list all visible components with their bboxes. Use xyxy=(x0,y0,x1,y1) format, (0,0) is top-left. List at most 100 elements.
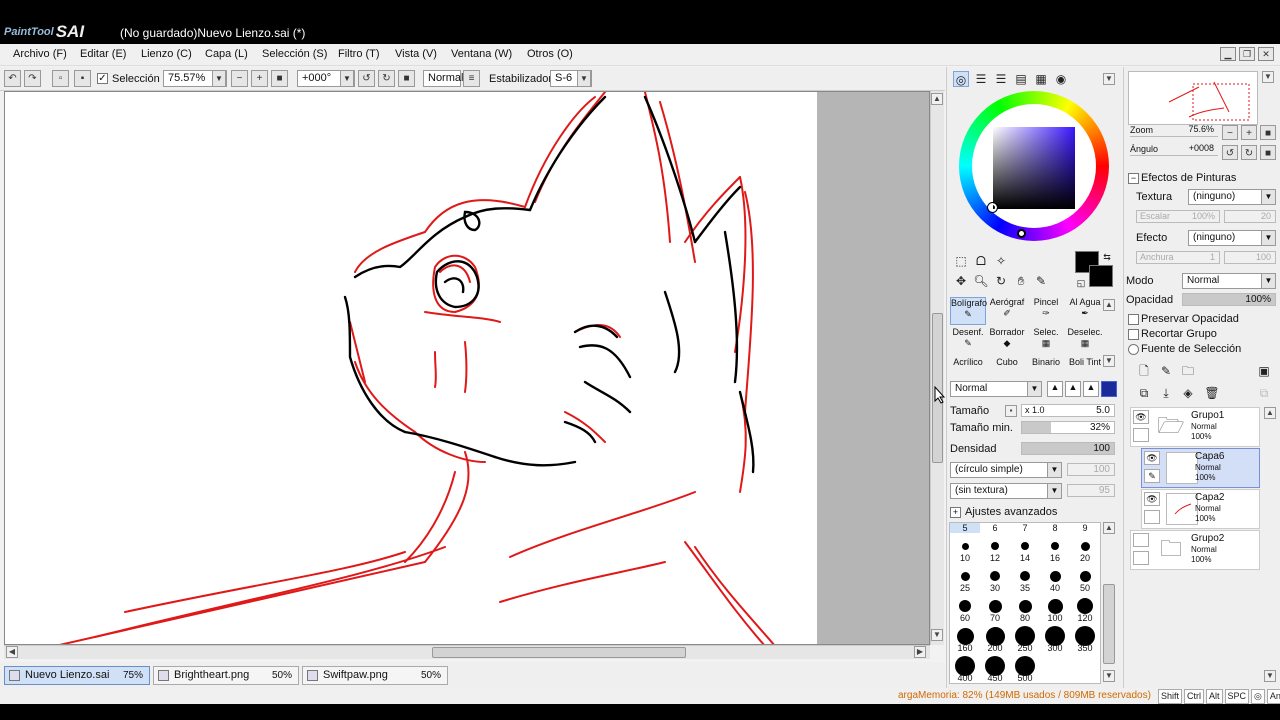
paint-effects-toggle[interactable]: − xyxy=(1128,173,1139,184)
magic-wand-icon[interactable]: ✧ xyxy=(993,253,1009,269)
hand-icon[interactable]: ✋︎ xyxy=(1013,273,1029,289)
tool-boligrafo[interactable]: Bolígrafo ✎ xyxy=(950,297,987,325)
hue-ring[interactable] xyxy=(959,91,1109,241)
visibility-eye-icon[interactable]: 👁︎ xyxy=(1133,410,1149,424)
saturation-value-square[interactable] xyxy=(993,127,1075,209)
brush-size-35[interactable]: 35 xyxy=(1010,563,1040,593)
advanced-settings-toggle[interactable]: + xyxy=(950,507,961,518)
brush-size-350[interactable]: 350 xyxy=(1070,623,1100,653)
navigator-preview[interactable] xyxy=(1128,71,1258,125)
menu-capa[interactable]: Capa (L) xyxy=(205,48,248,60)
menu-lienzo[interactable]: Lienzo (C) xyxy=(141,48,192,60)
menu-ventana[interactable]: Ventana (W) xyxy=(451,48,512,60)
tools-scroll-up[interactable]: ▲ xyxy=(1103,299,1115,311)
zoom-icon[interactable]: 🔍︎ xyxy=(973,273,989,289)
texture-scale-slider[interactable]: Escalar 100% xyxy=(1136,210,1220,223)
tool-boli-tint[interactable]: Boli Tint xyxy=(1067,357,1103,369)
brush-size-16[interactable]: 16 xyxy=(1040,533,1070,563)
scroll-up-arrow[interactable]: ▲ xyxy=(931,93,943,105)
brush-size-120[interactable]: 120 xyxy=(1070,593,1100,623)
brush-size-40[interactable]: 40 xyxy=(1040,563,1070,593)
brush-size-7[interactable]: 7 xyxy=(1010,523,1040,533)
nav-zoom-in-button[interactable]: + xyxy=(1241,125,1257,140)
tip-square-icon[interactable] xyxy=(1101,381,1117,397)
density-slider[interactable]: 100 xyxy=(1021,442,1115,455)
brush-size-160[interactable]: 160 xyxy=(950,623,980,653)
selection-source-checkbox[interactable] xyxy=(1128,344,1139,355)
redo-button[interactable]: ↷ xyxy=(24,70,41,87)
layer-opacity-slider[interactable]: 100% xyxy=(1182,293,1276,306)
rotate-left-button[interactable]: ↺ xyxy=(358,70,375,87)
flip-mode-field[interactable]: Normal xyxy=(423,70,463,87)
invert-selection-button[interactable]: ▪ xyxy=(74,70,91,87)
copy-layer-icon[interactable]: ⧉ xyxy=(1136,385,1152,401)
maximize-button[interactable]: ❐ xyxy=(1239,47,1255,61)
brush-blend-mode[interactable]: Normal ▼ xyxy=(950,381,1042,397)
sizes-scroll-down[interactable]: ▼ xyxy=(1103,670,1115,682)
scroll-right-arrow[interactable]: ▶ xyxy=(914,646,926,658)
brush-size-250[interactable]: 250 xyxy=(1010,623,1040,653)
delete-layer-icon[interactable]: 🗑︎ xyxy=(1204,385,1220,401)
tool-pincel[interactable]: Pincel ✑ xyxy=(1028,297,1064,325)
tool-desenf[interactable]: Desenf. ✎ xyxy=(950,327,986,355)
min-size-slider[interactable]: 32% xyxy=(1021,421,1115,434)
canvas-area[interactable] xyxy=(4,91,930,645)
rotate-icon[interactable]: ↻ xyxy=(993,273,1009,289)
menu-seleccion[interactable]: Selección (S) xyxy=(262,48,327,60)
visibility-box[interactable] xyxy=(1133,533,1149,547)
canvas-horizontal-scrollbar[interactable]: ◀ ▶ xyxy=(4,645,930,659)
new-linework-layer-icon[interactable]: ✎ xyxy=(1158,363,1174,379)
effect-dropdown[interactable]: (ninguno) ▼ xyxy=(1188,230,1276,246)
hue-picker-cursor[interactable] xyxy=(1017,229,1026,238)
new-layer-icon[interactable]: 🗋︎ xyxy=(1136,363,1152,379)
brush-shape-strength[interactable]: 100 xyxy=(1067,463,1115,476)
preserve-opacity-checkbox[interactable] xyxy=(1128,314,1139,325)
brush-texture-dropdown[interactable]: (sin textura) ▼ xyxy=(950,483,1062,499)
brush-size-450[interactable]: 450 xyxy=(980,653,1010,683)
brush-size-12[interactable]: 12 xyxy=(980,533,1010,563)
tool-al-agua[interactable]: Al Agua ✒ xyxy=(1067,297,1103,325)
close-button[interactable]: ✕ xyxy=(1258,47,1274,61)
visibility-eye-icon[interactable]: 👁︎ xyxy=(1144,492,1160,506)
nav-zoom-out-button[interactable]: − xyxy=(1222,125,1238,140)
hsv-slider-icon[interactable]: ☰ xyxy=(993,71,1009,87)
tool-acrilico[interactable]: Acrílico xyxy=(950,357,986,369)
color-picker-cursor[interactable] xyxy=(987,202,998,213)
horizontal-scroll-thumb[interactable] xyxy=(432,647,686,658)
brush-size-25[interactable]: 25 xyxy=(950,563,980,593)
tool-cubo[interactable]: Cubo xyxy=(989,357,1025,369)
undo-button[interactable]: ↶ xyxy=(4,70,21,87)
brush-size-14[interactable]: 14 xyxy=(1010,533,1040,563)
move-icon[interactable]: ✥ xyxy=(953,273,969,289)
brush-size-30[interactable]: 30 xyxy=(980,563,1010,593)
scroll-left-arrow[interactable]: ◀ xyxy=(6,646,18,658)
menu-filtro[interactable]: Filtro (T) xyxy=(338,48,380,60)
visibility-eye-icon[interactable]: 👁︎ xyxy=(1144,451,1160,465)
nav-zoom-slider[interactable]: 75.6% xyxy=(1130,124,1218,137)
deselect-button[interactable]: ▫ xyxy=(52,70,69,87)
tip-flat-icon[interactable]: ▲ xyxy=(1047,381,1063,397)
layer-lock-box[interactable] xyxy=(1133,428,1149,442)
brush-texture-strength[interactable]: 95 xyxy=(1067,484,1115,497)
menu-vista[interactable]: Vista (V) xyxy=(395,48,437,60)
sizes-scroll-thumb[interactable] xyxy=(1103,584,1115,664)
tool-selec[interactable]: Selec. ▦ xyxy=(1028,327,1064,355)
brush-size-500[interactable]: 500 xyxy=(1010,653,1040,683)
tool-aerografo[interactable]: Aerógraf ✐ xyxy=(989,297,1025,325)
palette-icon[interactable]: ▦ xyxy=(1033,71,1049,87)
rotate-right-button[interactable]: ↻ xyxy=(378,70,395,87)
navigator-dropdown[interactable]: ▼ xyxy=(1262,71,1274,83)
menu-archivo[interactable]: Archivo (F) xyxy=(13,48,67,60)
menu-otros[interactable]: Otros (O) xyxy=(527,48,573,60)
brush-size-10[interactable]: 10 xyxy=(950,533,980,563)
tools-scroll-down[interactable]: ▼ xyxy=(1103,355,1115,367)
lasso-icon[interactable]: ᗝ xyxy=(973,253,989,269)
scratchpad-icon[interactable]: ◉ xyxy=(1053,71,1069,87)
angle-dropdown-arrow[interactable]: ▼ xyxy=(340,70,354,87)
brush-size-60[interactable]: 60 xyxy=(950,593,980,623)
tool-deselec[interactable]: Deselec. ▦ xyxy=(1067,327,1103,355)
tip-round-icon[interactable]: ▲ xyxy=(1065,381,1081,397)
brush-size-400[interactable]: 400 xyxy=(950,653,980,683)
zoom-reset-button[interactable]: ■ xyxy=(271,70,288,87)
size-multiplier-button[interactable]: ▪ xyxy=(1005,405,1017,417)
